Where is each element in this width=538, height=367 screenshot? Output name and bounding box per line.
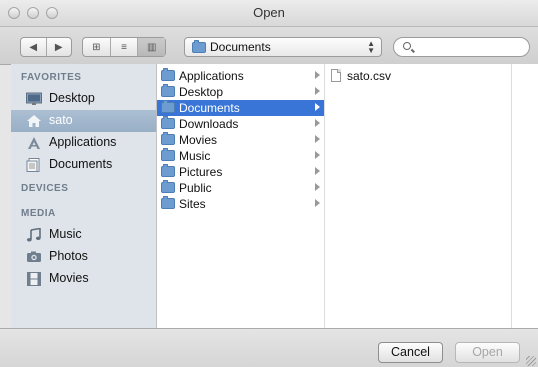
folder-icon — [161, 100, 175, 113]
back-forward-control: ◀ ▶ — [20, 37, 72, 57]
disclosure-arrow-icon — [315, 183, 320, 191]
sidebar-item-desktop[interactable]: Desktop — [11, 88, 156, 110]
disclosure-arrow-icon — [315, 119, 320, 127]
file-name: Documents — [179, 101, 240, 115]
back-button[interactable]: ◀ — [21, 38, 46, 56]
file-name: Movies — [179, 133, 218, 147]
list-item-sites[interactable]: Sites — [157, 196, 324, 212]
disclosure-arrow-icon — [315, 199, 320, 207]
browser-column-3 — [512, 64, 538, 328]
file-name: Public — [179, 181, 212, 195]
open-dialog: Open ◀ ▶ ⊞ ≡ ▥ Documents ▲ ▼ FAVORITES De… — [0, 0, 538, 367]
forward-arrow-icon: ▶ — [54, 41, 63, 53]
disclosure-arrow-icon — [315, 71, 320, 79]
music-icon — [27, 228, 41, 242]
disclosure-arrow-icon — [315, 103, 320, 111]
sidebar-item-label: Documents — [49, 157, 113, 171]
sidebar-section-media: MEDIA — [21, 208, 56, 219]
cancel-button[interactable]: Cancel — [378, 342, 443, 363]
sidebar-item-label: Photos — [49, 249, 88, 263]
sidebar-item-documents[interactable]: Documents — [11, 154, 156, 176]
disclosure-arrow-icon — [315, 87, 320, 95]
folder-icon — [161, 196, 175, 209]
columns-icon: ▥ — [146, 41, 157, 53]
open-button[interactable]: Open — [455, 342, 520, 363]
folder-icon — [161, 180, 175, 193]
forward-button[interactable]: ▶ — [45, 38, 72, 56]
file-name: Downloads — [179, 117, 239, 131]
file-name: Pictures — [179, 165, 223, 179]
list-item-public[interactable]: Public — [157, 180, 324, 196]
disclosure-arrow-icon — [315, 135, 320, 143]
search-icon — [403, 42, 411, 50]
documents-icon — [26, 158, 40, 172]
column-view-button[interactable]: ▥ — [137, 38, 166, 56]
file-name: Desktop — [179, 85, 224, 99]
location-popup[interactable]: Documents ▲ ▼ — [184, 37, 382, 57]
sidebar-item-label: Movies — [49, 271, 89, 285]
list-item-movies[interactable]: Movies — [157, 132, 324, 148]
sidebar: FAVORITES Desktop sato Applications Docu… — [11, 64, 157, 328]
document-icon — [331, 69, 341, 82]
back-arrow-icon: ◀ — [29, 41, 38, 53]
applications-icon — [28, 137, 40, 149]
sidebar-item-applications[interactable]: Applications — [11, 132, 156, 154]
resize-handle[interactable] — [526, 356, 536, 366]
list-icon: ≡ — [121, 41, 127, 53]
sidebar-item-photos[interactable]: Photos — [11, 246, 156, 268]
sidebar-item-label: Desktop — [49, 91, 95, 105]
sidebar-item-music[interactable]: Music — [11, 224, 156, 246]
folder-icon — [192, 40, 206, 53]
camera-icon — [27, 251, 41, 262]
list-item-pictures[interactable]: Pictures — [157, 164, 324, 180]
file-name: Sites — [179, 197, 206, 211]
disclosure-arrow-icon — [315, 167, 320, 175]
title-bar[interactable]: Open — [0, 0, 538, 27]
list-item-downloads[interactable]: Downloads — [157, 116, 324, 132]
folder-icon — [161, 132, 175, 145]
window-title: Open — [253, 5, 285, 20]
home-icon — [27, 115, 41, 127]
location-label: Documents — [210, 40, 271, 54]
icon-view-button[interactable]: ⊞ — [83, 38, 110, 56]
file-name: Applications — [179, 69, 244, 83]
sidebar-item-label: Applications — [49, 135, 117, 149]
file-name: sato.csv — [347, 69, 392, 83]
folder-icon — [161, 116, 175, 129]
search-field[interactable] — [393, 37, 530, 57]
toolbar: ◀ ▶ ⊞ ≡ ▥ Documents ▲ ▼ — [0, 27, 538, 65]
folder-icon — [161, 148, 175, 161]
list-item-sato-csv[interactable]: sato.csv — [325, 68, 511, 84]
updown-arrows-icon: ▲ ▼ — [367, 39, 375, 55]
sidebar-item-label: sato — [49, 113, 73, 127]
folder-icon — [161, 164, 175, 177]
list-item-music[interactable]: Music — [157, 148, 324, 164]
bottom-bar: Cancel Open — [0, 328, 538, 367]
grid-icon: ⊞ — [92, 41, 101, 53]
sidebar-section-devices: DEVICES — [21, 183, 69, 194]
folder-icon — [161, 84, 175, 97]
list-item-documents[interactable]: Documents — [157, 100, 324, 116]
sidebar-item-movies[interactable]: Movies — [11, 268, 156, 290]
browser-column-1: Applications Desktop Documents Downloads… — [157, 64, 325, 328]
sidebar-item-sato[interactable]: sato — [11, 110, 156, 132]
desktop-icon — [26, 92, 42, 105]
disclosure-arrow-icon — [315, 151, 320, 159]
sidebar-section-favorites: FAVORITES — [21, 72, 82, 83]
list-item-applications[interactable]: Applications — [157, 68, 324, 84]
film-icon — [27, 272, 41, 286]
view-mode-control: ⊞ ≡ ▥ — [82, 37, 166, 57]
list-item-desktop[interactable]: Desktop — [157, 84, 324, 100]
folder-icon — [161, 68, 175, 81]
file-name: Music — [179, 149, 211, 163]
browser-column-2: sato.csv — [325, 64, 512, 328]
list-view-button[interactable]: ≡ — [109, 38, 138, 56]
sidebar-item-label: Music — [49, 227, 82, 241]
